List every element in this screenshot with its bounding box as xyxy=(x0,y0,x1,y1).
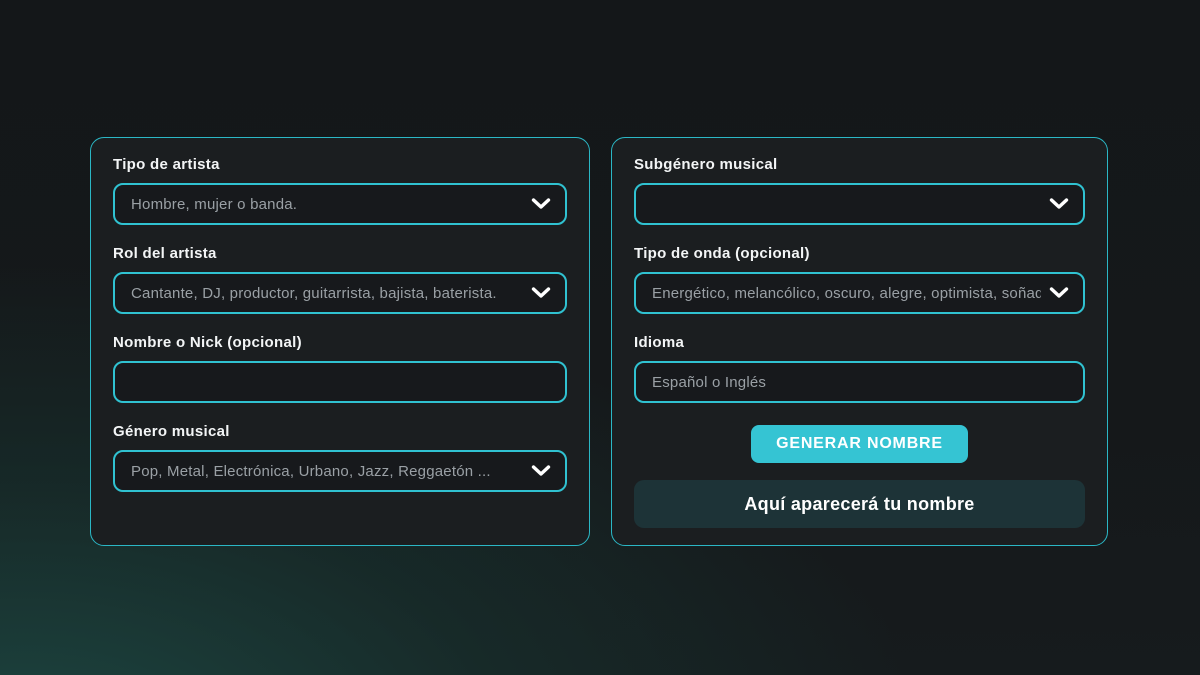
rol-del-artista-label: Rol del artista xyxy=(113,244,567,263)
nombre-o-nick-label: Nombre o Nick (opcional) xyxy=(113,333,567,352)
field-nombre-o-nick: Nombre o Nick (opcional) xyxy=(113,333,567,403)
field-subgenero-musical: Subgénero musical xyxy=(634,155,1085,225)
tipo-de-onda-select[interactable]: Energético, melancólico, oscuro, alegre,… xyxy=(634,272,1085,314)
chevron-down-icon xyxy=(1049,287,1069,299)
genero-musical-select[interactable]: Pop, Metal, Electrónica, Urbano, Jazz, R… xyxy=(113,450,567,492)
field-rol-del-artista: Rol del artista Cantante, DJ, productor,… xyxy=(113,244,567,314)
nombre-o-nick-input[interactable] xyxy=(113,361,567,403)
genero-musical-placeholder: Pop, Metal, Electrónica, Urbano, Jazz, R… xyxy=(131,463,523,480)
subgenero-musical-label: Subgénero musical xyxy=(634,155,1085,174)
result-text: Aquí aparecerá tu nombre xyxy=(744,494,974,515)
idioma-label: Idioma xyxy=(634,333,1085,352)
form-panels: Tipo de artista Hombre, mujer o banda. R… xyxy=(90,137,1108,546)
subgenero-musical-select[interactable] xyxy=(634,183,1085,225)
right-form-panel: Subgénero musical Tipo de onda (opcional… xyxy=(611,137,1108,546)
tipo-de-onda-label: Tipo de onda (opcional) xyxy=(634,244,1085,263)
tipo-de-onda-placeholder: Energético, melancólico, oscuro, alegre,… xyxy=(652,285,1041,302)
tipo-de-artista-label: Tipo de artista xyxy=(113,155,567,174)
chevron-down-icon xyxy=(531,287,551,299)
field-idioma: Idioma xyxy=(634,333,1085,403)
field-tipo-de-artista: Tipo de artista Hombre, mujer o banda. xyxy=(113,155,567,225)
result-box: Aquí aparecerá tu nombre xyxy=(634,480,1085,528)
generar-nombre-button[interactable]: GENERAR NOMBRE xyxy=(751,425,968,463)
chevron-down-icon xyxy=(1049,198,1069,210)
rol-del-artista-select[interactable]: Cantante, DJ, productor, guitarrista, ba… xyxy=(113,272,567,314)
tipo-de-artista-placeholder: Hombre, mujer o banda. xyxy=(131,196,523,213)
rol-del-artista-placeholder: Cantante, DJ, productor, guitarrista, ba… xyxy=(131,285,523,302)
page-background: Tipo de artista Hombre, mujer o banda. R… xyxy=(0,0,1200,675)
left-form-panel: Tipo de artista Hombre, mujer o banda. R… xyxy=(90,137,590,546)
genero-musical-label: Género musical xyxy=(113,422,567,441)
field-genero-musical: Género musical Pop, Metal, Electrónica, … xyxy=(113,422,567,492)
chevron-down-icon xyxy=(531,465,551,477)
idioma-input[interactable] xyxy=(634,361,1085,403)
tipo-de-artista-select[interactable]: Hombre, mujer o banda. xyxy=(113,183,567,225)
field-tipo-de-onda: Tipo de onda (opcional) Energético, mela… xyxy=(634,244,1085,314)
chevron-down-icon xyxy=(531,198,551,210)
